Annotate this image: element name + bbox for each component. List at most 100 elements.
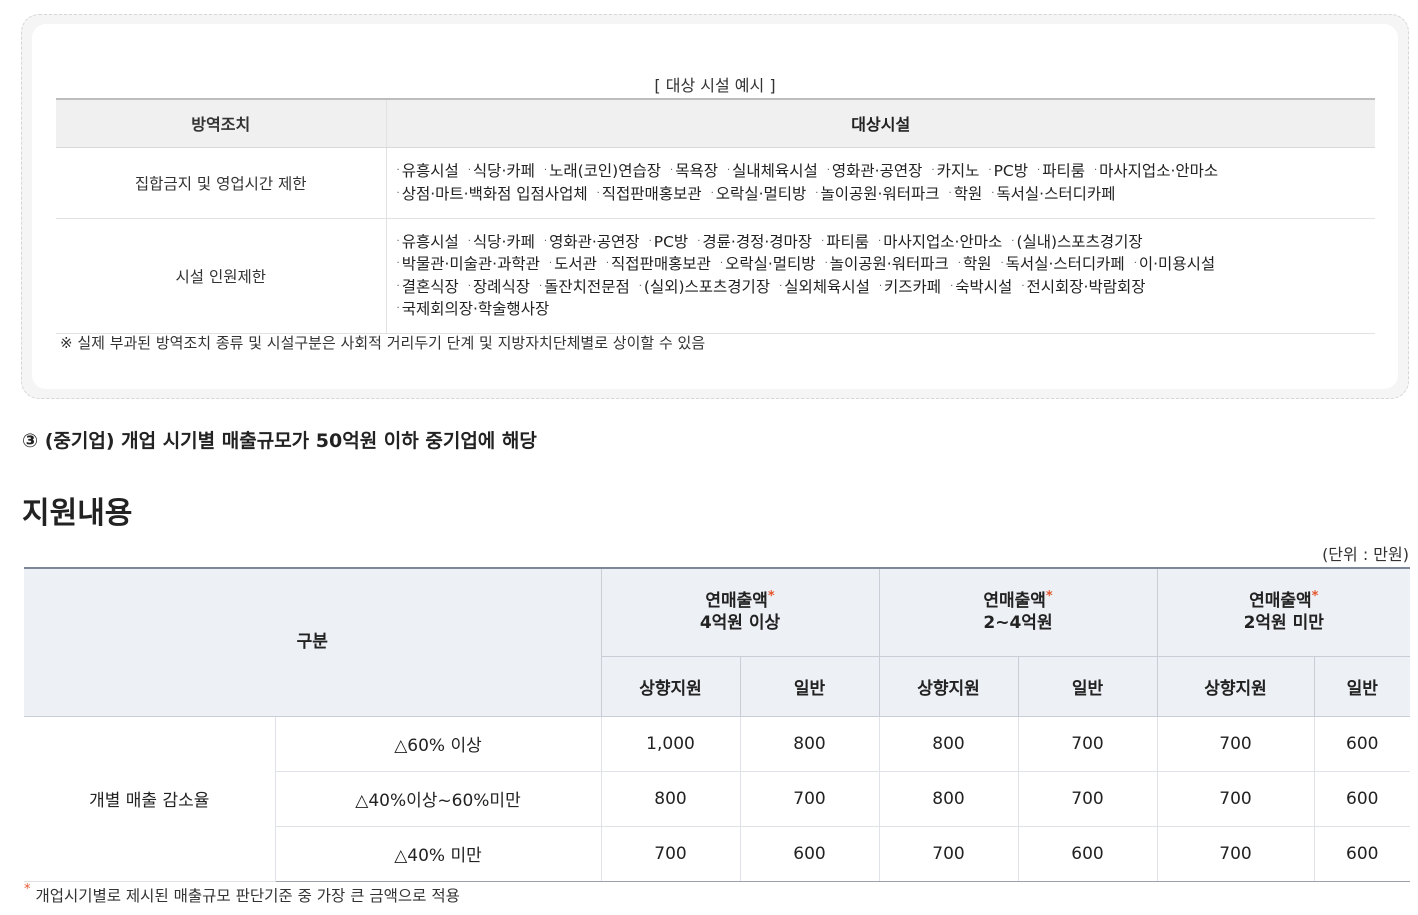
facility-tag-label: 식당·카페 (472, 162, 535, 180)
bullet-dot-icon: · (988, 165, 992, 176)
facility-tag: · 박물관·미술관·과학관 (397, 255, 540, 273)
bullet-dot-icon: · (1133, 258, 1137, 269)
facility-tag: · 놀이공원·워터파크 (815, 185, 939, 203)
facility-tag-label: 키즈카페 (884, 277, 942, 296)
facility-tag-label: 놀이공원·워터파크 (829, 255, 949, 273)
facility-example-panel: [ 대상 시설 예시 ] 방역조치 대상시설 집합금지 및 영업시간 제한 · 유… (32, 24, 1398, 389)
facility-tag-label: 경륜·경정·경마장 (702, 232, 813, 251)
asterisk-mark: * (1045, 589, 1053, 605)
value-cell: 600 (1313, 825, 1410, 882)
value-cell: 700 (1156, 715, 1315, 772)
bullet-dot-icon: · (396, 165, 400, 176)
bullet-dot-icon: · (1021, 280, 1025, 292)
bullet-dot-icon: · (726, 165, 731, 176)
value-cell: 600 (739, 825, 880, 882)
facility-tag-label: 파티룸 (1042, 162, 1085, 180)
facility-tag: · 학원 (949, 185, 983, 203)
facility-table: 방역조치 대상시설 집합금지 및 영업시간 제한 · 유흥시설 · 식당·카페 · 노래(… (56, 98, 1375, 334)
facility-tag: · 도서관 (549, 255, 597, 273)
decline-rate-label: △40%이상~60%미만 (275, 770, 602, 827)
decline-rate-label: △60% 이상 (274, 715, 602, 772)
facility-tag-label: 전시회장·박람회장 (1026, 277, 1146, 296)
facility-tags: · 유흥시설 · 식당·카페 · 영화관·공연장 · PC방 · 경륜·경정·경마장 · 파티룸 · 마사… (397, 231, 1376, 321)
facility-tag-label: 학원 (953, 184, 983, 203)
facility-tag-label: 실내체육시설 (732, 162, 818, 180)
facility-tag-label: 마사지업소·안마소 (883, 232, 1003, 251)
facility-tag-label: (실내)스포츠경기장 (1016, 232, 1143, 251)
measure-cell: 집합금지 및 영업시간 제한 (56, 147, 387, 219)
bullet-dot-icon: · (638, 280, 642, 292)
facility-tag: · 영화관·공연장 (544, 233, 640, 251)
bullet-dot-icon: · (697, 235, 701, 247)
bullet-dot-icon: · (396, 303, 400, 314)
facility-tag-label: 파티룸 (826, 232, 870, 251)
asterisk-mark: * (767, 589, 775, 605)
facility-tag-label: 놀이공원·워터파크 (820, 184, 940, 203)
support-table: 구분 연매출액* 4억원 이상 연매출액* 2~4억원 연매출액* 2억원 미만… (24, 567, 1410, 882)
section-subheading: ③ (중기업) 개업 시기별 매출규모가 50억원 이하 중기업에 해당 (22, 430, 537, 452)
bullet-dot-icon: · (950, 280, 954, 292)
bullet-dot-icon: · (1011, 235, 1015, 247)
group-header: 연매출액* 2억원 미만 (1156, 567, 1410, 657)
facility-tag-label: 도서관 (554, 255, 597, 273)
bullet-dot-icon: · (538, 280, 543, 292)
facility-tag: · PC방 (649, 233, 689, 251)
footnote: * 개업시기별로 제시된 매출규모 판단기준 중 가장 큰 금액으로 적용 (24, 882, 460, 906)
value-cell: 700 (600, 825, 741, 882)
facility-tag: · 노래(코인)연습장 (544, 162, 661, 180)
facility-tag: · 마사지업소·안마소 (1094, 162, 1218, 180)
facility-tag: · 카지노 (931, 162, 979, 180)
facility-tag-label: 독서실·스터디카페 (1005, 255, 1125, 273)
bullet-dot-icon: · (605, 258, 610, 269)
facility-tags: · 유흥시설 · 식당·카페 · 노래(코인)연습장 · 목욕장 · 실내체육시설 · 영화관·공연장… (397, 160, 1376, 205)
facility-tag-label: 결혼식장 (401, 277, 459, 296)
facility-tag-label: 직접판매홍보관 (611, 255, 711, 273)
asterisk-mark: * (1311, 589, 1319, 605)
bullet-dot-icon: · (396, 187, 400, 199)
facility-tag-label: 독서실·스터디카페 (996, 184, 1116, 203)
facility-tag-label: 국제회의장·학술행사장 (401, 300, 550, 318)
facility-tag: · 직접판매홍보관 (597, 185, 702, 203)
facility-list-cell: · 유흥시설 · 식당·카페 · 노래(코인)연습장 · 목욕장 · 실내체육시설 · 영화관·공연장… (386, 147, 1376, 219)
value-cell: 600 (1313, 715, 1410, 772)
facility-tag-label: 이·미용시설 (1138, 255, 1216, 273)
facility-tag-label: 마사지업소·안마소 (1099, 162, 1219, 180)
facility-tag-label: 실외체육시설 (784, 277, 870, 296)
facility-line: · 결혼식장 · 장례식장 · 돌잔치전문점 · (실외)스포츠경기장 · 실외체육시설 · 키즈카페… (397, 276, 1376, 299)
asterisk-mark: * (24, 882, 31, 897)
facility-tag-label: 오락실·멀티방 (725, 255, 816, 273)
facility-tag: · 상점·마트·백화점 입점사업체 (397, 185, 588, 203)
group-header: 연매출액* 2~4억원 (878, 567, 1158, 657)
bullet-dot-icon: · (824, 258, 828, 269)
page-title: 지원내용 (22, 496, 133, 531)
value-cell: 700 (878, 825, 1019, 882)
facility-line: · 박물관·미술관·과학관 · 도서관 · 직접판매홍보관 · 오락실·멀티방 · 놀이공원·워터… (397, 253, 1376, 276)
facility-tag-label: 목욕장 (675, 162, 718, 180)
facility-tag: · 실내체육시설 (727, 162, 818, 180)
decline-rate-label: △40% 미만 (275, 825, 602, 882)
group-header-line2: 2~4억원 (983, 613, 1053, 634)
bullet-dot-icon: · (931, 165, 935, 176)
row-group-label: 개별 매출 감소율 (24, 715, 276, 882)
bullet-dot-icon: · (596, 187, 600, 199)
facility-tag-label: 영화관·공연장 (549, 232, 640, 251)
bullet-dot-icon: · (957, 258, 961, 269)
bullet-dot-icon: · (543, 165, 548, 176)
facility-tag: · PC방 (988, 162, 1028, 180)
facility-tag: · 이·미용시설 (1134, 255, 1215, 273)
facility-tag-label: 오락실·멀티방 (715, 184, 807, 203)
bullet-dot-icon: · (710, 187, 714, 199)
bullet-dot-icon: · (1000, 258, 1004, 269)
facility-line: · 유흥시설 · 식당·카페 · 노래(코인)연습장 · 목욕장 · 실내체육시설 · 영화관·공연장… (397, 160, 1376, 183)
value-cell: 600 (1017, 825, 1158, 882)
facility-tag: · 직접판매홍보관 (606, 255, 711, 273)
group-header-line2: 4억원 이상 (699, 613, 781, 634)
bullet-dot-icon: · (670, 165, 674, 176)
value-cell: 700 (1017, 770, 1158, 827)
bullet-dot-icon: · (1037, 165, 1041, 176)
measure-cell: 시설 인원제한 (56, 218, 387, 334)
facility-tag-label: PC방 (653, 232, 689, 251)
facility-tag: · 키즈카페 (879, 278, 941, 296)
facility-tag: · 경륜·경정·경마장 (697, 233, 812, 251)
value-cell: 800 (600, 770, 741, 827)
